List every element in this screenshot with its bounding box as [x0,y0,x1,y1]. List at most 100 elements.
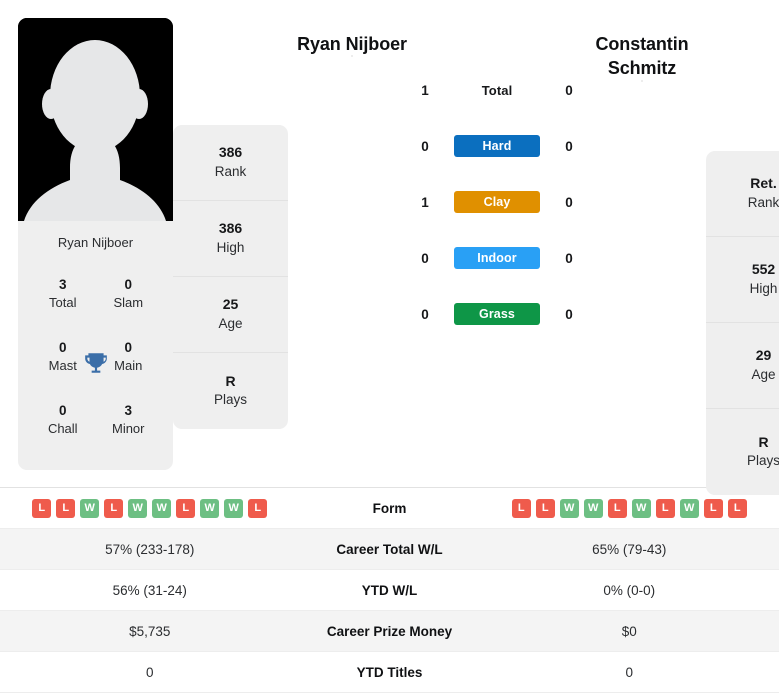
player-name-left: Ryan Nijboer [297,34,407,54]
high-label-right: High [749,280,778,296]
plays-value-right: R [758,433,769,450]
surface-score-left-grass: 0 [421,306,429,322]
surface-badge-grass: Grass [454,303,540,325]
form-badge: W [679,498,699,518]
player-card-left[interactable]: Ryan Nijboer 3 Total 0 Slam 0 Mast 0 Mai… [18,18,173,470]
form-badges-right: LLWWLWLWLL [494,498,766,518]
high-value-left: 386 [218,220,243,237]
plays-cell-right: R Plays [706,409,779,495]
age-cell-left: 25 Age [173,277,288,353]
plays-value-left: R [225,372,236,389]
form-badge: L [248,498,268,518]
player-photo-name-left: Ryan Nijboer [57,235,134,250]
ytd-wl-left: 56% (31-24) [0,569,300,611]
surface-badge-total: Total [481,82,513,98]
ytd-titles-right: 0 [479,651,779,693]
player-name-block-left[interactable]: Ryan Nijboer [292,18,412,56]
form-badge: L [56,498,76,518]
titles-total-value-left: 3 [58,277,67,293]
table-row-form: LLWLWWLWWL Form LLWWLWLWLL [0,487,779,529]
high-cell-left: 386 High [173,201,288,277]
row-label-career-total-wl: Career Total W/L [299,528,480,570]
plays-label-right: Plays [746,453,779,469]
avatar-silhouette-icon [18,18,173,221]
titles-chall-left: 0 Chall [30,402,96,438]
titles-chall-label-left: Chall [47,421,78,437]
rank-label-right: Rank [747,194,779,210]
table-row-career-total-wl: 57% (233-178) Career Total W/L 65% (79-4… [0,528,779,570]
surface-score-left-total: 1 [421,82,429,98]
form-badge: W [200,498,220,518]
titles-total-label-left: Total [49,295,77,311]
rank-cell-right: Ret. Rank [706,151,779,237]
surface-row-indoor: 0 Indoor 0 [412,230,582,286]
surface-score-list: 1 Total 0 0 Hard 0 1 Clay 0 0 Indoor 0 0 [412,18,582,342]
surface-row-total: 1 Total 0 [412,62,582,118]
career-total-wl-left: 57% (233-178) [0,528,300,570]
surface-row-hard: 0 Hard 0 [412,118,582,174]
player-photo-left [18,18,173,221]
surface-badge-clay: Clay [454,191,540,213]
form-badge: L [511,498,531,518]
form-badge: W [224,498,244,518]
form-badge: W [80,498,100,518]
player-stats-column-right: Ret. Rank 552 High 29 Age R Plays [706,151,779,495]
plays-label-left: Plays [213,392,247,408]
form-badge: L [727,498,747,518]
form-badge: W [128,498,148,518]
age-label-right: Age [751,366,776,382]
age-value-left: 25 [222,296,239,313]
titles-slam-label-left: Slam [113,295,144,311]
surface-score-left-indoor: 0 [421,250,429,266]
titles-minor-value-left: 3 [124,403,132,419]
surface-score-left-hard: 0 [421,138,429,154]
surface-score-right-clay: 0 [565,194,573,210]
form-badge: L [607,498,627,518]
player-comparison-header: Ryan Nijboer 3 Total 0 Slam 0 Mast 0 Mai… [0,0,779,495]
age-cell-right: 29 Age [706,323,779,409]
form-badge: L [176,498,196,518]
career-total-wl-right: 65% (79-43) [479,528,779,570]
titles-slam-value-left: 0 [124,277,132,293]
rank-label-left: Rank [214,163,247,179]
form-badge: W [559,498,579,518]
age-value-right: 29 [755,347,772,364]
form-badge: L [32,498,52,518]
titles-total-left: 3 Total [30,276,96,312]
career-prize-money-left: $5,735 [0,610,300,652]
titles-minor-label-left: Minor [111,421,145,437]
surface-row-clay: 1 Clay 0 [412,174,582,230]
surface-score-right-total: 0 [565,82,573,98]
surface-badge-hard: Hard [454,135,540,157]
form-badge: L [535,498,555,518]
form-cell-left: LLWLWWLWWL [0,487,300,529]
comparison-stats-table: LLWLWWLWWL Form LLWWLWLWLL 57% (233-178)… [0,487,779,693]
player-stats-column-left: 386 Rank 386 High 25 Age R Plays [173,125,288,429]
ytd-titles-left: 0 [0,651,300,693]
table-row-ytd-wl: 56% (31-24) YTD W/L 0% (0-0) [0,569,779,611]
form-badges-left: LLWLWWLWWL [14,498,286,518]
surface-badge-indoor: Indoor [454,247,540,269]
player-name-block-right[interactable]: Constantin Schmitz [582,18,702,81]
form-badge: W [583,498,603,518]
plays-cell-left: R Plays [173,353,288,429]
ytd-wl-right: 0% (0-0) [479,569,779,611]
high-cell-right: 552 High [706,237,779,323]
surface-score-left-clay: 1 [421,194,429,210]
titles-grid-left: 3 Total 0 Slam 0 Mast 0 Main 0 Chall 3 M… [18,261,173,466]
titles-slam-left: 0 Slam [96,276,162,312]
career-prize-money-right: $0 [479,610,779,652]
table-row-ytd-titles: 0 YTD Titles 0 [0,651,779,693]
player-name-right: Constantin Schmitz [595,34,689,79]
high-value-right: 552 [751,261,776,278]
rank-cell-left: 386 Rank [173,125,288,201]
form-badge: W [152,498,172,518]
trophy-icon [83,350,109,376]
surface-score-right-hard: 0 [565,138,573,154]
form-badge: L [703,498,723,518]
titles-minor-left: 3 Minor [96,402,162,438]
form-badge: L [655,498,675,518]
age-label-left: Age [218,315,243,331]
surface-row-grass: 0 Grass 0 [412,286,582,342]
table-row-career-prize-money: $5,735 Career Prize Money $0 [0,610,779,652]
